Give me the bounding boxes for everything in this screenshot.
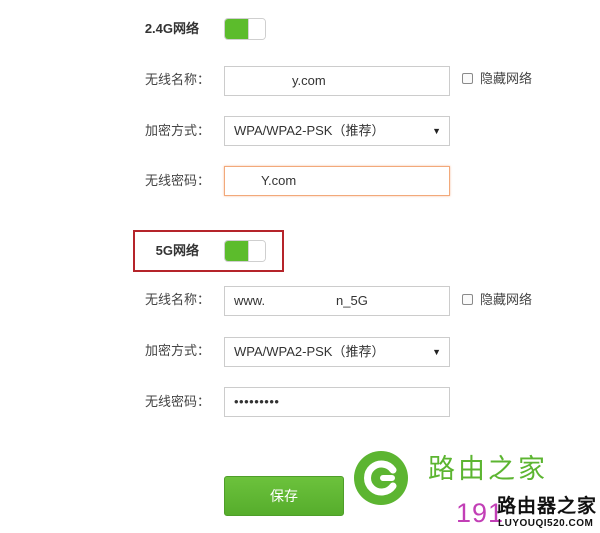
band-5g-ssid-prefix: www. [234,293,266,308]
watermark-url: LUYOUQI520.COM [498,518,594,529]
band-5g-ssid-label: 无线名称： [144,292,210,307]
band-24g-ssid-label: 无线名称： [144,72,210,87]
dropdown-arrow-icon: ▼ [432,347,441,357]
band-5g-label: 5G网络 [155,243,199,258]
band-24g-toggle[interactable] [224,18,266,40]
band-24g-security-label: 加密方式： [144,123,210,138]
watermark-logo-icon [354,451,408,505]
band-5g-security-label: 加密方式： [144,343,210,358]
band-24g-password-input[interactable]: Y.com [224,166,450,196]
watermark-brand-cn: 路由之家 [428,454,548,484]
band-5g-ssid-suffix: n_5G [336,293,368,308]
toggle-on-fill [225,19,249,39]
band-5g-password-label: 无线密码： [144,394,210,409]
band-24g-password-label: 无线密码： [144,173,210,188]
band-5g-toggle[interactable] [224,240,266,262]
band-24g-hide-label[interactable]: 隐藏网络 [480,69,532,89]
toggle-knob [248,241,265,261]
band-24g-security-value: WPA/WPA2-PSK（推荐） [234,123,385,138]
save-button[interactable]: 保存 [224,476,344,516]
band-5g-hide-label[interactable]: 隐藏网络 [480,290,532,310]
band-5g-security-value: WPA/WPA2-PSK（推荐） [234,344,385,359]
watermark-brand-black: 路由器之家 [497,496,598,517]
band-5g-password-value: ••••••••• [234,394,280,409]
band-24g-ssid-value: y.com [292,73,326,88]
band-5g-ssid-input[interactable]: www. n_5G [224,286,450,316]
redaction-blur [228,169,260,193]
band-24g-label: 2.4G网络 [144,21,199,36]
redaction-blur [267,289,335,313]
toggle-on-fill [225,241,249,261]
band-24g-security-select[interactable]: WPA/WPA2-PSK（推荐） ▼ [224,116,450,146]
redaction-blur [228,69,294,93]
band-5g-password-input[interactable]: ••••••••• [224,387,450,417]
band-24g-password-value: Y.com [261,173,297,188]
toggle-knob [248,19,265,39]
band-24g-hide-checkbox[interactable] [462,73,473,84]
band-5g-security-select[interactable]: WPA/WPA2-PSK（推荐） ▼ [224,337,450,367]
dropdown-arrow-icon: ▼ [432,126,441,136]
band-24g-ssid-input[interactable]: y.com [224,66,450,96]
band-5g-hide-checkbox[interactable] [462,294,473,305]
